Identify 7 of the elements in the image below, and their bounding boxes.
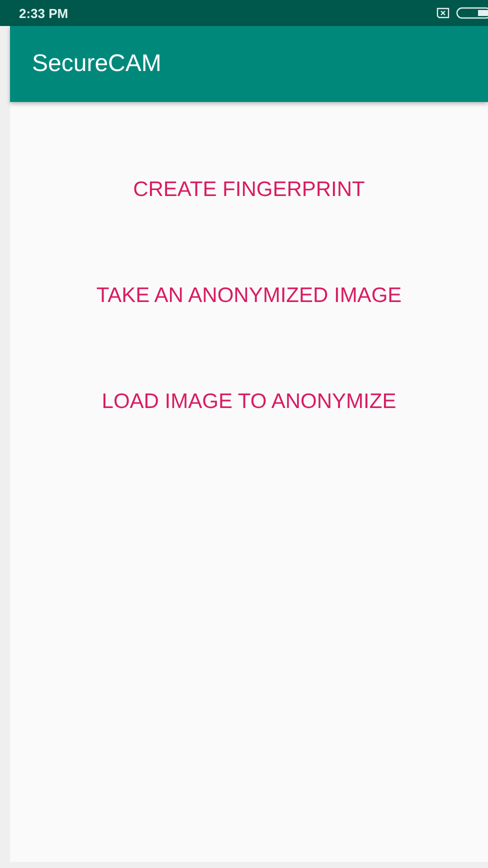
action-button[interactable]: TAKE AN ANONYMIZED IMAGE <box>86 276 412 316</box>
action-button[interactable]: LOAD IMAGE TO ANONYMIZE <box>92 382 406 422</box>
status-time: 2:33 PM <box>19 6 68 20</box>
action-button[interactable]: CREATE FINGERPRINT <box>123 170 375 210</box>
battery-icon <box>456 7 488 19</box>
no-sim-icon <box>436 7 450 19</box>
app-title: SecureCAM <box>32 50 162 78</box>
